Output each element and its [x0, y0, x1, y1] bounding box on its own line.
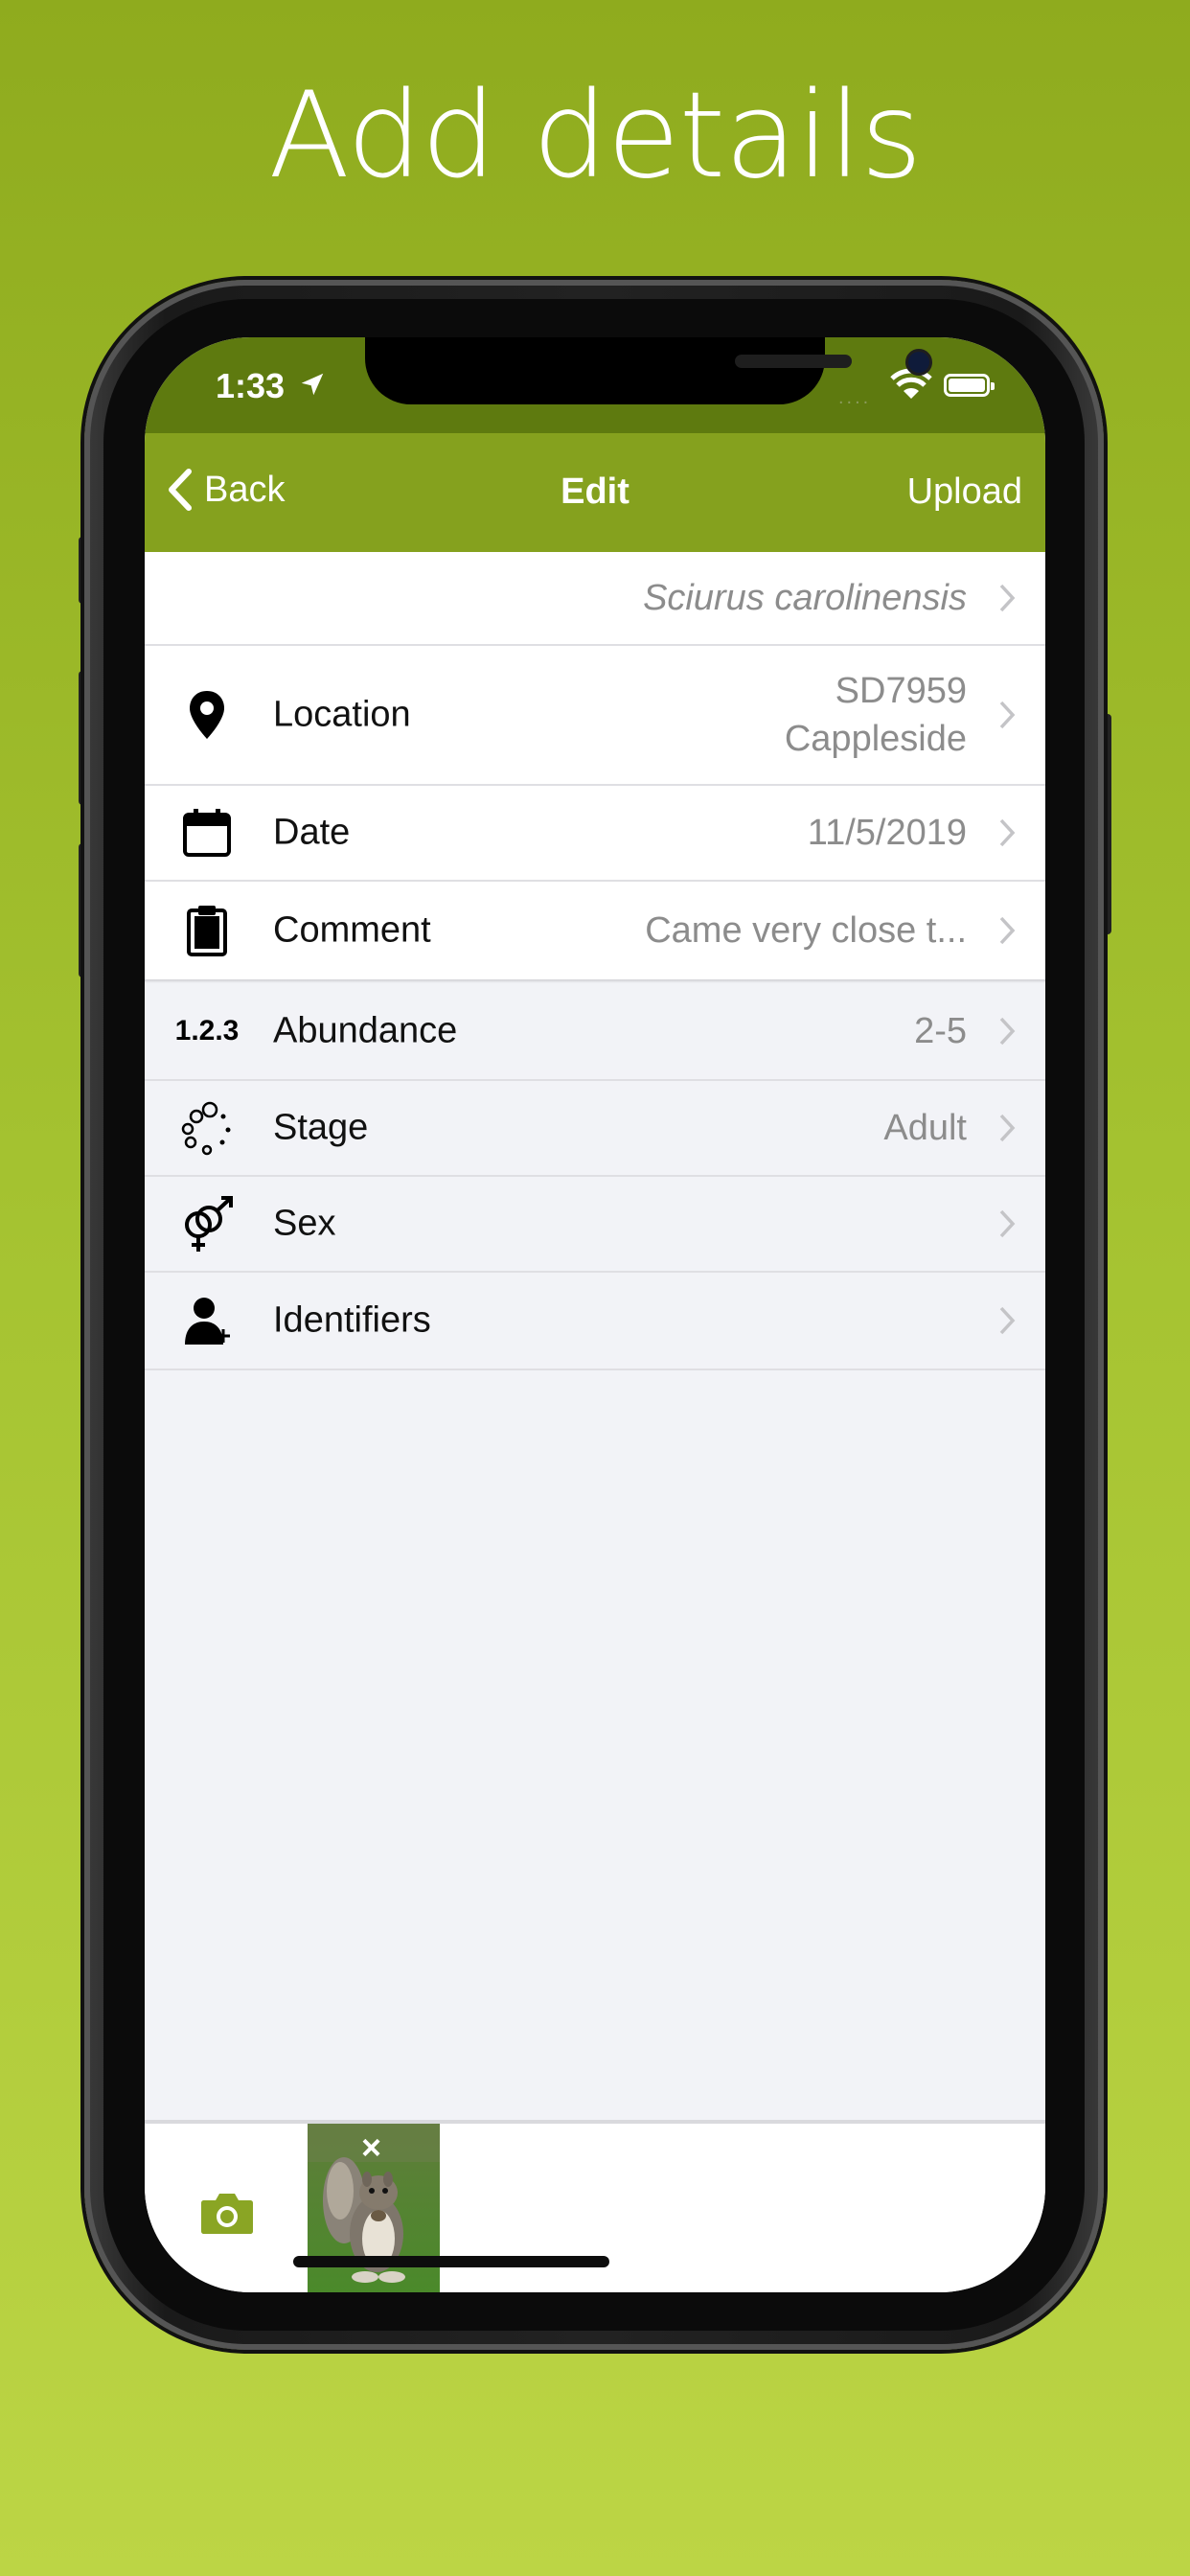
chevron-right-icon — [999, 1017, 1016, 1046]
phone-screen: 1:33 .... Back Edit Upload Sciurus carol… — [145, 337, 1045, 2292]
location-value: SD7959 Cappleside — [785, 667, 967, 763]
battery-icon — [944, 374, 995, 397]
map-pin-icon — [190, 691, 224, 739]
abundance-label: Abundance — [273, 1010, 458, 1051]
abundance-row[interactable]: 1.2.3 Abundance 2-5 — [145, 983, 1045, 1081]
chevron-right-icon — [999, 701, 1016, 729]
location-grid-ref: SD7959 — [835, 671, 967, 711]
stage-dots-icon — [181, 1101, 231, 1156]
sex-label: Sex — [273, 1203, 336, 1244]
nav-bar: Back Edit Upload — [145, 433, 1045, 552]
chevron-right-icon — [999, 916, 1016, 945]
location-row[interactable]: Location SD7959 Cappleside — [145, 646, 1045, 786]
numbers-icon: 1.2.3 — [174, 1015, 240, 1046]
person-add-icon — [185, 1298, 230, 1345]
chevron-right-icon — [999, 584, 1016, 612]
calendar-icon — [183, 809, 231, 857]
cellular-signal-icon: .... — [838, 387, 872, 408]
chevron-right-icon — [999, 1306, 1016, 1335]
chevron-right-icon — [999, 818, 1016, 847]
home-indicator — [293, 2256, 609, 2267]
status-time: 1:33 — [216, 366, 286, 405]
chevron-right-icon — [999, 1114, 1016, 1142]
chevron-right-icon — [999, 1209, 1016, 1238]
species-value: Sciurus carolinensis — [643, 578, 967, 618]
stage-label: Stage — [273, 1107, 369, 1148]
notch — [365, 337, 932, 404]
headline: Add details — [268, 67, 923, 205]
gender-icon — [185, 1196, 233, 1252]
comment-label: Comment — [273, 909, 431, 951]
sex-row[interactable]: Sex — [145, 1177, 1045, 1273]
close-icon[interactable]: × — [361, 2128, 381, 2168]
location-place: Cappleside — [784, 719, 967, 759]
speaker — [735, 355, 852, 368]
camera-icon[interactable] — [198, 2189, 256, 2237]
front-camera — [905, 349, 932, 376]
abundance-value: 2-5 — [914, 1011, 967, 1051]
stage-row[interactable]: Stage Adult — [145, 1081, 1045, 1177]
details-list: Sciurus carolinensis Location SD7959 Cap… — [145, 552, 1045, 1370]
identifiers-label: Identifiers — [273, 1300, 431, 1341]
stage-value: Adult — [883, 1108, 967, 1148]
clipboard-icon — [187, 906, 227, 956]
identifiers-row[interactable]: Identifiers — [145, 1273, 1045, 1370]
date-row[interactable]: Date 11/5/2019 — [145, 786, 1045, 882]
comment-value: Came very close t... — [645, 910, 967, 951]
date-label: Date — [273, 812, 351, 853]
location-label: Location — [273, 694, 411, 735]
upload-button[interactable]: Upload — [907, 472, 1022, 513]
date-value: 11/5/2019 — [807, 813, 967, 853]
comment-row[interactable]: Comment Came very close t... — [145, 882, 1045, 979]
species-row[interactable]: Sciurus carolinensis — [145, 552, 1045, 646]
location-arrow-icon — [301, 373, 324, 396]
